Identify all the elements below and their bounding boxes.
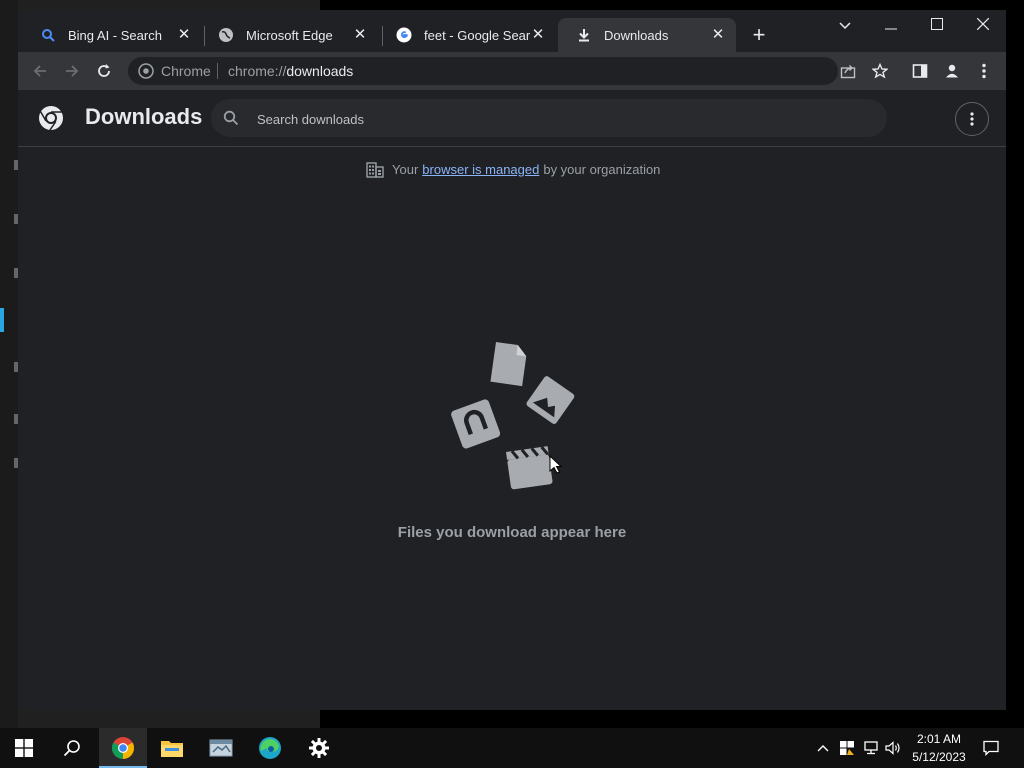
globe-icon — [218, 27, 234, 43]
start-button[interactable] — [0, 728, 48, 768]
windows-icon — [15, 739, 33, 757]
folder-icon — [161, 741, 183, 757]
tab-microsoft-edge[interactable]: Microsoft Edge ✕ — [200, 18, 378, 52]
browser-managed-link[interactable]: browser is managed — [422, 162, 539, 177]
video-icon — [506, 446, 553, 490]
building-icon — [366, 160, 384, 178]
notifications-icon[interactable] — [980, 728, 1002, 768]
taskbar-edge[interactable] — [246, 728, 294, 768]
tab-downloads[interactable]: Downloads ✕ — [558, 18, 736, 52]
minimize-button[interactable] — [877, 16, 905, 36]
downloads-page: Downloads Your browser is managed by you… — [18, 90, 1006, 710]
search-downloads-input[interactable] — [255, 99, 859, 139]
taskbar-app[interactable] — [197, 728, 245, 768]
close-window-button[interactable] — [969, 16, 997, 36]
google-icon — [396, 27, 412, 43]
back-arrow-icon[interactable] — [29, 60, 51, 82]
managed-suffix: by your organization — [543, 161, 661, 177]
show-hidden-icons-chevron-icon[interactable] — [812, 728, 834, 768]
chrome-window: Bing AI - Search ✕ Microsoft Edge ✕ feet… — [18, 10, 1006, 710]
mouse-pointer-icon — [549, 454, 563, 474]
downloads-header: Downloads — [18, 90, 1006, 147]
taskbar-file-explorer[interactable] — [148, 728, 196, 768]
forward-arrow-icon[interactable] — [61, 60, 83, 82]
tab-google-search[interactable]: feet - Google Search ✕ — [378, 18, 556, 52]
volume-icon[interactable] — [882, 728, 904, 768]
background-selection-bar — [0, 308, 4, 332]
empty-downloads-illustration — [448, 340, 578, 500]
chrome-menu-icon[interactable] — [973, 60, 995, 82]
search-icon — [63, 740, 80, 757]
download-icon — [576, 27, 592, 43]
tab-close-icon[interactable]: ✕ — [352, 27, 368, 43]
document-icon — [490, 342, 527, 387]
tab-label: Bing AI - Search — [68, 27, 162, 43]
chrome-icon — [112, 737, 134, 759]
address-bar[interactable]: Chrome chrome://downloads — [128, 57, 838, 85]
tab-label: feet - Google Search — [424, 27, 530, 43]
omnibox-divider — [217, 63, 218, 79]
gear-icon — [309, 738, 329, 758]
tab-close-icon[interactable]: ✕ — [530, 27, 546, 43]
reload-icon[interactable] — [93, 60, 115, 82]
more-vert-icon — [970, 112, 974, 126]
tab-close-icon[interactable]: ✕ — [176, 27, 192, 43]
chrome-security-icon — [138, 63, 154, 79]
taskbar-settings[interactable] — [295, 728, 343, 768]
side-panel-icon[interactable] — [909, 60, 931, 82]
managed-notice: Your browser is managed by your organiza… — [366, 160, 660, 178]
bing-search-icon — [40, 27, 56, 43]
taskbar: 2:01 AM 5/12/2023 — [0, 728, 1024, 768]
new-tab-button[interactable]: + — [748, 24, 770, 46]
tab-close-icon[interactable]: ✕ — [710, 27, 726, 43]
clock-time: 2:01 AM — [916, 732, 962, 746]
tab-bing-ai[interactable]: Bing AI - Search ✕ — [22, 18, 202, 52]
share-icon[interactable] — [837, 60, 859, 82]
url-scheme: chrome:// — [228, 63, 287, 79]
tab-label: Microsoft Edge — [246, 27, 333, 43]
more-actions-button[interactable] — [955, 102, 989, 136]
app-window-icon — [209, 739, 233, 757]
search-icon — [223, 110, 239, 126]
chrome-logo-icon — [38, 105, 64, 131]
omnibox-chrome-label: Chrome — [161, 63, 211, 79]
audio-icon — [451, 399, 501, 449]
bookmark-star-icon[interactable] — [869, 60, 891, 82]
taskbar-chrome[interactable] — [99, 728, 147, 768]
tab-search-chevron-icon[interactable] — [831, 16, 859, 36]
managed-prefix: Your — [392, 161, 419, 177]
url-host: downloads — [286, 63, 354, 79]
taskbar-search-button[interactable] — [48, 728, 96, 768]
browser-toolbar: Chrome chrome://downloads — [18, 52, 1006, 90]
network-icon[interactable] — [860, 728, 882, 768]
security-shield-icon[interactable] — [836, 728, 858, 768]
image-icon — [526, 376, 575, 424]
maximize-button[interactable] — [923, 16, 951, 36]
tab-strip: Bing AI - Search ✕ Microsoft Edge ✕ feet… — [18, 10, 1006, 52]
clock-date: 5/12/2023 — [912, 750, 966, 764]
empty-state-message: Files you download appear here — [397, 524, 627, 541]
edge-icon — [259, 737, 281, 759]
tab-label: Downloads — [604, 27, 669, 43]
system-clock[interactable]: 2:01 AM 5/12/2023 — [906, 730, 972, 766]
page-title: Downloads — [85, 104, 203, 129]
search-bar[interactable] — [211, 99, 887, 139]
profile-icon[interactable] — [941, 60, 963, 82]
url-text: chrome://downloads — [228, 63, 353, 79]
